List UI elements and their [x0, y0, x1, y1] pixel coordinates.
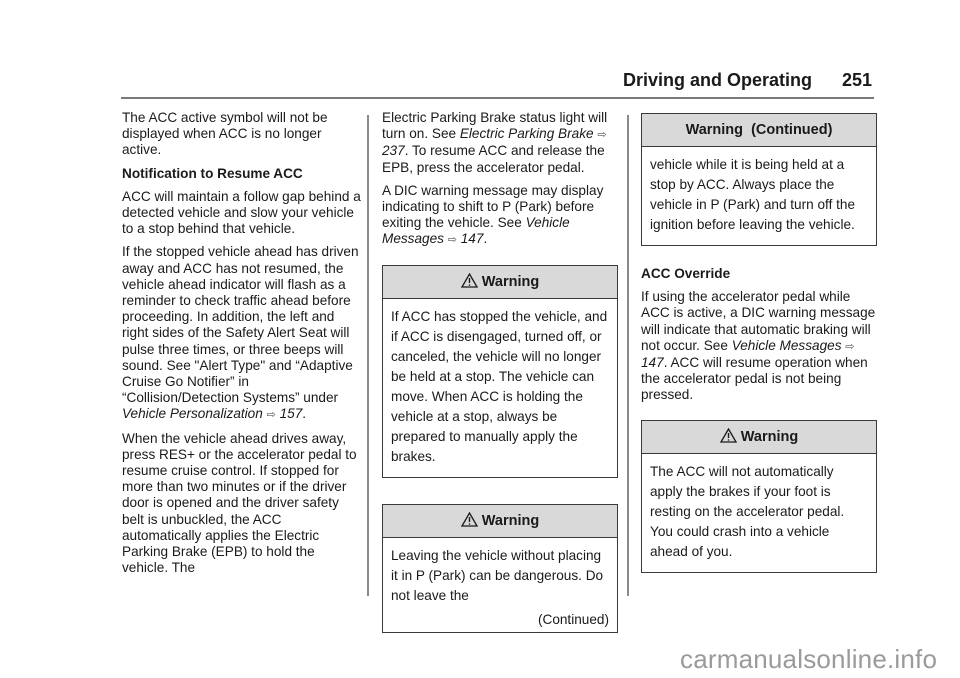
cross-reference-link[interactable]: Vehicle Personalization ⇨ 157 [122, 406, 302, 421]
page-number: 251 [841, 70, 872, 90]
paragraph: If the stopped vehicle ahead has driven … [122, 244, 359, 422]
paragraph-text: If the stopped vehicle ahead has driven … [122, 244, 359, 406]
warning-box: Warning The ACC will not automatically a… [641, 419, 877, 573]
column-1: The ACC active symbol will not be displa… [122, 110, 362, 583]
section-title: Driving and Operating [622, 70, 812, 90]
warning-header: Warning [383, 504, 617, 538]
warning-body: vehicle while it is being held at a stop… [650, 157, 856, 232]
page-ref-arrow-icon: ⇨ [597, 129, 607, 142]
warning-body: If ACC has stopped the vehicle, and if A… [391, 308, 608, 464]
warning-triangle-icon [460, 272, 478, 288]
paragraph: If using the accelerator pedal while ACC… [641, 289, 876, 403]
watermark: carmanualsonline.info [680, 644, 938, 674]
section-heading: Notification to Resume ACC [122, 165, 303, 181]
warning-body: Leaving the vehicle without placing it i… [383, 538, 617, 632]
paragraph: ACC will maintain a follow gap behind a … [122, 188, 361, 237]
column-2: Electric Parking Brake status light will… [382, 110, 618, 647]
page-ref-arrow-icon: ⇨ [845, 340, 855, 353]
paragraph: The ACC active symbol will not be displa… [122, 110, 328, 158]
column-3: Warning (Continued) vehicle while it is … [641, 110, 877, 587]
column-divider [627, 115, 629, 596]
paragraph: A DIC warning message may display indica… [382, 182, 604, 247]
warning-header: Warning (Continued) [642, 114, 876, 147]
warning-triangle-icon [460, 511, 478, 527]
continued-label: (Continued) [537, 611, 609, 627]
warning-box: Warning If ACC has stopped the vehicle, … [382, 264, 618, 478]
warning-box: Warning Leaving the vehicle without plac… [382, 503, 618, 633]
warning-header: Warning [642, 420, 876, 454]
page-ref-arrow-icon: ⇨ [266, 409, 276, 422]
warning-body: The ACC will not automatically apply the… [650, 463, 845, 559]
warning-continued-box: Warning (Continued) vehicle while it is … [641, 113, 877, 246]
warning-header: Warning [383, 265, 617, 299]
warning-triangle-icon [719, 427, 737, 443]
section-heading: ACC Override [641, 266, 731, 281]
column-divider [367, 115, 369, 596]
header-rule [121, 97, 874, 99]
page-ref-arrow-icon: ⇨ [447, 234, 457, 247]
paragraph: Electric Parking Brake status light will… [382, 110, 608, 175]
paragraph: When the vehicle ahead drives away, pres… [122, 430, 357, 576]
